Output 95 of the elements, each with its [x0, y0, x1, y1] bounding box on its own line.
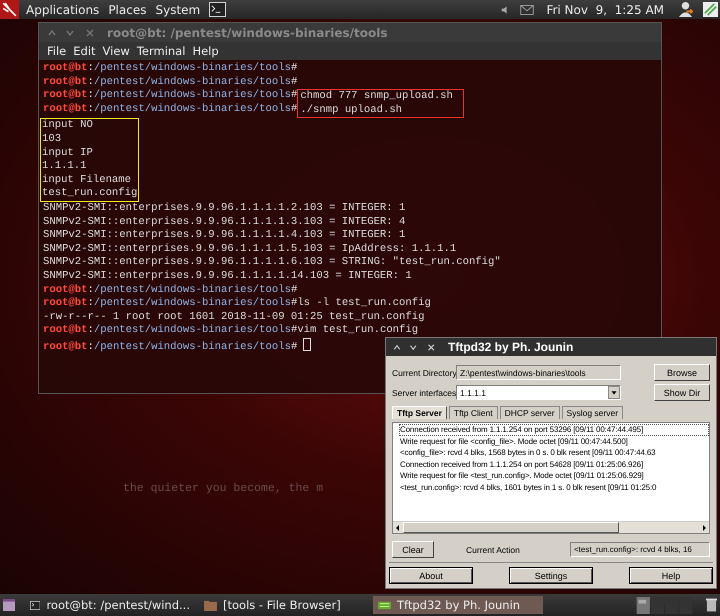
terminal-command: ./snmp upload.sh — [300, 104, 402, 116]
menu-item[interactable]: View — [102, 44, 130, 58]
dialog-button[interactable]: Settings — [509, 567, 593, 584]
terminal-output: input NO — [42, 119, 93, 132]
tab[interactable]: Syslog server — [562, 406, 624, 419]
prompt-hash: # — [290, 102, 298, 115]
menu-item[interactable]: File — [47, 44, 66, 58]
prompt-user: root@bt — [43, 324, 88, 336]
dialog-button[interactable]: Help — [629, 567, 713, 584]
prompt-path: /pentest/windows-binaries/tools — [94, 89, 291, 102]
terminal-output: input IP — [42, 146, 93, 159]
workspace-switcher-icon[interactable] — [636, 596, 694, 614]
prompt-path: /pentest/windows-binaries/tools — [94, 76, 291, 88]
log-entry[interactable]: Write request for file <test_run.config>. Mode octet [09/11 01:25:06.929] — [399, 470, 709, 482]
interface-dropdown[interactable]: 1.1.1.1 — [456, 385, 621, 400]
prompt-hash: # — [290, 62, 298, 74]
log-entry[interactable]: <test_run.config>: rcvd 4 blks, 1601 bytes in 1 s. 0 blk resent [09/11 01:25:0 — [399, 482, 709, 493]
window-title: Tftpd32 by Ph. Jounin — [448, 340, 574, 354]
prompt-hash: # — [290, 297, 298, 310]
prompt-separator: : — [88, 102, 94, 115]
network-card-icon — [378, 600, 391, 610]
prompt-path: /pentest/windows-binaries/tools — [94, 284, 291, 296]
tab[interactable]: DHCP server — [500, 406, 560, 419]
prompt-hash: # — [290, 89, 298, 102]
prompt-separator: : — [88, 297, 94, 310]
terminal-icon — [30, 600, 40, 610]
prompt-user: root@bt — [43, 284, 88, 296]
terminal-launcher-icon[interactable] — [209, 2, 226, 17]
prompt-hash: # — [290, 76, 298, 88]
menu-item[interactable]: Help — [192, 44, 219, 58]
terminal-output: 1.1.1.1 — [42, 160, 87, 172]
terminal-output: SNMPv2-SMI::enterprises.9.9.96.1.1.1.1.5.103 = IpAddress: 1.1.1.1 — [43, 242, 456, 255]
menu-item[interactable]: Edit — [73, 44, 96, 58]
terminal-output: SNMPv2-SMI::enterprises.9.9.96.1.1.1.1.3.103 = INTEGER: 4 — [43, 216, 406, 228]
clear-button[interactable]: Clear — [392, 541, 434, 558]
prompt-separator: : — [88, 324, 94, 336]
prompt-hash: # — [290, 340, 298, 353]
terminal-output: input Filename — [42, 174, 132, 186]
tab[interactable]: Tftp Client — [448, 406, 498, 419]
prompt-path: /pentest/windows-binaries/tools — [94, 297, 291, 310]
log-entry[interactable]: Write request for file <config_file>. Mode octet [09/11 00:47:44.500] — [399, 436, 709, 447]
prompt-user: root@bt — [43, 297, 88, 310]
wallpaper-tagline: the quieter you become, the m — [123, 482, 324, 495]
terminal-output: SNMPv2-SMI::enterprises.9.9.96.1.1.1.1.4.103 = INTEGER: 1 — [43, 229, 406, 242]
terminal-output: SNMPv2-SMI::enterprises.9.9.96.1.1.1.1.2.103 = INTEGER: 1 — [43, 202, 406, 214]
terminal-output: 103 — [42, 132, 62, 145]
terminal-output: SNMPv2-SMI::enterprises.9.9.96.1.1.1.1.6.103 = STRING: "test_run.config" — [43, 256, 501, 268]
prompt-path: /pentest/windows-binaries/tools — [94, 340, 291, 353]
panel-menu[interactable]: Applications — [26, 2, 100, 16]
log-entry[interactable]: Connection received from 1.1.1.254 on port 54628 [09/11 01:25:06.926] — [399, 458, 709, 470]
terminal-output: -rw-r--r-- 1 root root 1601 2018-11-09 01:25 test_run.config — [43, 310, 424, 323]
prompt-path: /pentest/windows-binaries/tools — [94, 324, 291, 336]
prompt-user: root@bt — [43, 102, 88, 115]
prompt-hash: # — [290, 324, 298, 336]
trash-icon[interactable] — [706, 597, 717, 613]
panel-menu[interactable]: Places — [108, 2, 146, 16]
prompt-separator: : — [88, 89, 94, 102]
prompt-separator: : — [88, 62, 94, 74]
prompt-path: /pentest/windows-binaries/tools — [94, 62, 291, 74]
terminal-command: ls -l test_run.config — [297, 297, 431, 310]
log-entry[interactable]: Connection received from 1.1.1.254 on port 53296 [09/11 00:47:44.495] — [399, 424, 709, 436]
mail-icon[interactable] — [520, 4, 534, 14]
prompt-hash: # — [290, 284, 298, 296]
directory-field[interactable]: Z:\pentest\windows-binaries\tools — [456, 365, 621, 380]
panel-menu[interactable]: System — [155, 2, 200, 16]
folder-icon — [204, 600, 217, 610]
prompt-path: /pentest/windows-binaries/tools — [94, 102, 291, 115]
prompt-user: root@bt — [43, 89, 88, 102]
terminal-output: SNMPv2-SMI::enterprises.9.9.96.1.1.1.1.14.103 = INTEGER: 1 — [43, 270, 412, 282]
prompt-separator: : — [88, 284, 94, 296]
taskbar-item[interactable]: Tftpd32 by Ph. Jounin — [373, 596, 543, 614]
field-label: Current Action — [466, 544, 520, 554]
taskbar-item[interactable]: [tools - File Browser] — [199, 596, 369, 614]
prompt-separator: : — [88, 76, 94, 88]
terminal-output: test_run.config — [42, 187, 138, 200]
window-title: root@bt: /pentest/windows-binaries/tools — [107, 26, 388, 40]
user-icon[interactable] — [678, 1, 693, 18]
menu-item[interactable]: Terminal — [136, 44, 186, 58]
prompt-user: root@bt — [43, 62, 88, 74]
prompt-user: root@bt — [43, 76, 88, 88]
terminal-command: vim test_run.config — [297, 324, 418, 336]
current-action-field: <test_run.config>: rcvd 4 blks, 16 — [570, 542, 710, 557]
tab[interactable]: Tftp Server — [392, 406, 447, 419]
dialog-button[interactable]: About — [389, 567, 473, 584]
clock[interactable]: Fri Nov 9, 1:25 AM — [546, 2, 664, 16]
speaker-icon[interactable] — [501, 4, 508, 14]
log-entry[interactable]: <config_file>: rcvd 4 blks, 1568 bytes in 0 s. 0 blk resent [09/11 00:47:44.63 — [399, 447, 709, 458]
horizontal-scrollbar[interactable] — [393, 521, 709, 533]
show-desktop-icon[interactable] — [3, 599, 15, 611]
terminal-command: chmod 777 snmp_upload.sh — [300, 90, 453, 102]
taskbar-item[interactable]: root@bt: /pentest/wind... — [25, 596, 195, 614]
browse-button[interactable]: Browse — [654, 364, 710, 381]
show-dir-button[interactable]: Show Dir — [654, 384, 710, 401]
prompt-user: root@bt — [43, 340, 88, 353]
prompt-separator: : — [88, 340, 94, 353]
